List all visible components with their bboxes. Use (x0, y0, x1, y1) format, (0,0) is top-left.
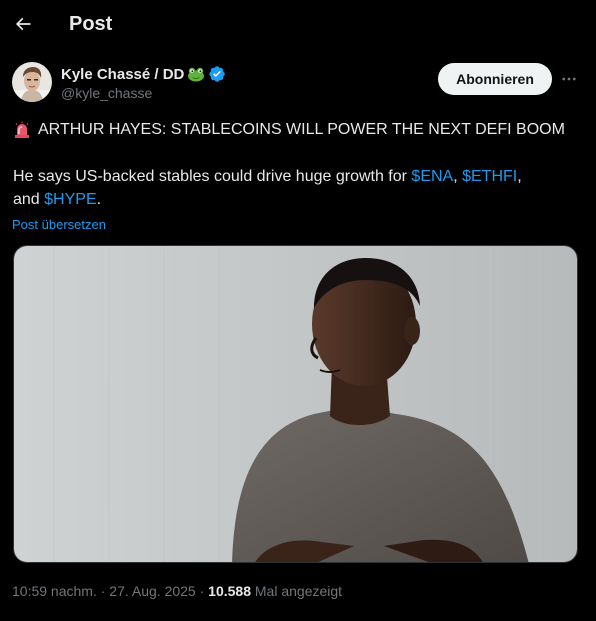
tweet-body-text: and (13, 191, 45, 208)
view-count: 10.588 (208, 583, 251, 599)
cashtag-ethfi-link[interactable]: $ETHFI (462, 168, 517, 185)
author-display-name[interactable]: Kyle Chassé / DD (61, 66, 184, 83)
view-count-label: Mal angezeigt (251, 583, 343, 599)
cashtag-hype-link[interactable]: $HYPE (44, 191, 96, 208)
police-siren-icon (15, 121, 29, 138)
post-date[interactable]: 27. Aug. 2025 (109, 583, 195, 599)
meta-separator: · (96, 583, 110, 599)
verified-badge-icon[interactable] (208, 65, 226, 83)
tweet-text: ARTHUR HAYES: STABLECOINS WILL POWER THE… (13, 118, 583, 211)
frog-icon (188, 67, 205, 82)
post-meta: 10:59 nachm. · 27. Aug. 2025 · 10.588 Ma… (12, 583, 342, 599)
subscribe-button[interactable]: Abonnieren (438, 63, 552, 95)
tweet-headline: ARTHUR HAYES: STABLECOINS WILL POWER THE… (38, 121, 565, 138)
page-title: Post (69, 13, 113, 35)
tweet-separator: , (453, 168, 463, 185)
arrow-left-icon (15, 17, 31, 31)
avatar[interactable] (12, 62, 52, 102)
more-button[interactable] (558, 68, 580, 90)
translate-post-link[interactable]: Post übersetzen (12, 217, 106, 232)
tweet-headline-line: ARTHUR HAYES: STABLECOINS WILL POWER THE… (13, 118, 583, 141)
author-line: Kyle Chassé / DD (61, 64, 226, 84)
tweet-photo[interactable] (13, 245, 578, 563)
cashtag-ena-link[interactable]: $ENA (411, 168, 453, 185)
tweet-body-text: He says US-backed stables could drive hu… (13, 168, 412, 185)
top-bar: Post (0, 0, 596, 50)
back-button[interactable] (6, 7, 40, 41)
meta-separator: · (195, 583, 209, 599)
tweet-body: He says US-backed stables could drive hu… (13, 165, 583, 211)
post-time[interactable]: 10:59 nachm. (12, 583, 97, 599)
tweet-body-text: . (96, 191, 102, 208)
author-handle[interactable]: @kyle_chasse (61, 85, 152, 101)
more-dots-icon (562, 77, 576, 81)
tweet-separator: , (517, 168, 522, 185)
